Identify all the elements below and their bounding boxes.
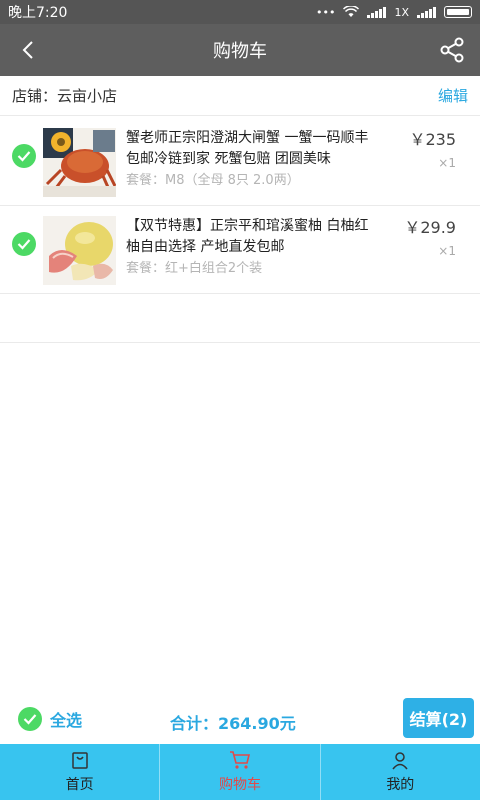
home-bag-icon	[71, 752, 88, 769]
total-amount: 合计：264.90元	[170, 714, 296, 733]
checkout-button[interactable]: 结算(2)	[403, 698, 474, 738]
item-quantity: ×1	[438, 244, 456, 258]
share-button[interactable]	[436, 34, 468, 66]
more-dots-icon: •••	[315, 5, 336, 19]
select-all-toggle[interactable]: 全选	[18, 707, 82, 731]
bottom-tab-bar: 首页 购物车 我的	[0, 744, 480, 800]
item-spec: 套餐：红+白组合2个装	[126, 261, 263, 276]
share-icon	[440, 37, 464, 63]
item-price: ￥235	[409, 130, 456, 149]
cart-icon	[229, 751, 251, 769]
item-title[interactable]: 【双节特惠】正宗平和琯溪蜜柚 白柚红柚自由选择 产地直发包邮	[126, 216, 376, 258]
list-divider	[0, 342, 480, 343]
wifi-icon	[343, 6, 360, 17]
status-icons: ••• 1X	[316, 6, 472, 19]
select-all-checkbox[interactable]	[18, 707, 42, 731]
product-image-pomelo[interactable]	[43, 216, 116, 285]
cart-item[interactable]: 蟹老师正宗阳澄湖大闸蟹 一蟹一码顺丰包邮冷链到家 死蟹包赔 团圆美味 套餐：M8…	[0, 118, 480, 206]
tab-profile[interactable]: 我的	[321, 744, 480, 800]
item-spec: 套餐：M8（全母 8只 2.0两）	[126, 173, 300, 188]
cart-item[interactable]: 【双节特惠】正宗平和琯溪蜜柚 白柚红柚自由选择 产地直发包邮 套餐：红+白组合2…	[0, 206, 480, 294]
product-image-crab[interactable]	[43, 128, 116, 197]
title-bar: 购物车	[0, 24, 480, 76]
chevron-left-icon	[22, 41, 33, 59]
select-all-label: 全选	[50, 711, 83, 730]
edit-button[interactable]: 编辑	[438, 85, 468, 106]
battery-icon	[444, 6, 472, 18]
back-button[interactable]	[14, 36, 42, 64]
status-bar: 晚上7:20 ••• 1X	[0, 0, 480, 24]
item-checkbox[interactable]	[12, 144, 36, 168]
checkmark-icon	[17, 239, 31, 250]
tab-cart-label: 购物车	[218, 777, 261, 793]
item-price: ￥29.9	[404, 218, 456, 237]
tab-home-label: 首页	[65, 777, 94, 793]
status-time: 晚上7:20	[8, 5, 68, 21]
checkmark-icon	[23, 714, 37, 725]
tab-home[interactable]: 首页	[0, 744, 159, 800]
shop-header: 店铺：云亩小店 编辑	[0, 76, 480, 116]
tab-profile-label: 我的	[386, 777, 415, 793]
item-title[interactable]: 蟹老师正宗阳澄湖大闸蟹 一蟹一码顺丰包邮冷链到家 死蟹包赔 团圆美味	[126, 128, 376, 170]
signal-bars-icon	[367, 6, 387, 18]
tab-cart[interactable]: 购物车	[160, 744, 319, 800]
page-title: 购物车	[213, 41, 267, 62]
user-icon	[392, 752, 408, 770]
item-checkbox[interactable]	[12, 232, 36, 256]
checkmark-icon	[17, 151, 31, 162]
item-quantity: ×1	[438, 156, 456, 170]
network-type: 1X	[394, 5, 409, 19]
cart-summary-bar: 全选 合计：264.90元 结算(2)	[0, 696, 480, 744]
shop-name: 店铺：云亩小店	[12, 87, 118, 105]
signal-strength-icon	[417, 6, 436, 18]
